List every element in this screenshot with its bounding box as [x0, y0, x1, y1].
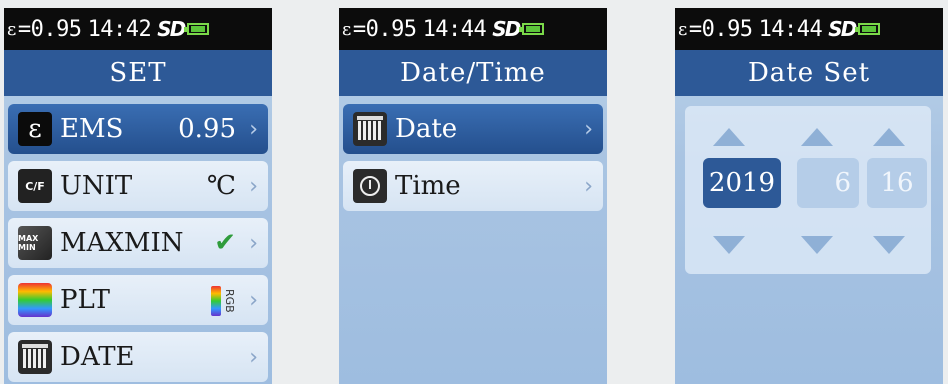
sd-card-icon: SD: [492, 17, 521, 41]
emissivity-readout: =0.95: [688, 16, 753, 42]
day-down-arrow-icon[interactable]: [873, 236, 905, 254]
date-picker-panel: 2019 6 16: [685, 106, 931, 274]
calendar-icon: [18, 340, 52, 374]
celsius-fahrenheit-icon: C/F: [18, 169, 52, 203]
chevron-right-icon: ›: [584, 173, 593, 199]
palette-value: RGB: [211, 285, 236, 316]
emissivity-readout: =0.95: [17, 16, 82, 42]
emissivity-symbol: ε: [342, 18, 351, 40]
clock-time: 14:44: [758, 16, 823, 42]
menu-item-date[interactable]: Date ›: [343, 104, 603, 154]
menu-item-date[interactable]: DATE ›: [8, 332, 268, 382]
menu-item-label: Time: [395, 171, 461, 201]
date-set-screen: ε =0.95 14:44 SD Date Set 2019 6 16: [675, 8, 943, 384]
status-bar: ε =0.95 14:44 SD: [675, 8, 943, 50]
menu-item-plt[interactable]: PLT RGB ›: [8, 275, 268, 325]
clock-time: 14:44: [422, 16, 487, 42]
settings-menu: ε EMS 0.95 › C/F UNIT ℃ › MAX MIN MAXMIN…: [4, 96, 272, 382]
menu-item-label: DATE: [60, 342, 135, 372]
month-down-arrow-icon[interactable]: [801, 236, 833, 254]
clock-time: 14:42: [87, 16, 152, 42]
sd-card-icon: SD: [828, 17, 857, 41]
chevron-right-icon: ›: [584, 116, 593, 142]
menu-item-maxmin[interactable]: MAX MIN MAXMIN ✔ ›: [8, 218, 268, 268]
date-time-menu: Date › Time ›: [339, 96, 607, 211]
page-title: SET: [4, 50, 272, 96]
set-menu-screen: ε =0.95 14:42 SD SET ε EMS 0.95 › C/F UN…: [4, 8, 272, 384]
ems-value: 0.95: [178, 114, 236, 144]
menu-item-label: EMS: [60, 114, 124, 144]
chevron-right-icon: ›: [249, 287, 258, 313]
year-down-arrow-icon[interactable]: [713, 236, 745, 254]
palette-name: RGB: [223, 288, 236, 313]
year-up-arrow-icon[interactable]: [713, 128, 745, 146]
chevron-right-icon: ›: [249, 173, 258, 199]
date-time-screen: ε =0.95 14:44 SD Date/Time Date › Time ›: [339, 8, 607, 384]
epsilon-icon: ε: [18, 112, 52, 146]
menu-item-label: UNIT: [60, 171, 133, 201]
rgb-palette-icon: [211, 285, 221, 316]
menu-item-label: PLT: [60, 285, 110, 315]
chevron-right-icon: ›: [249, 344, 258, 370]
palette-icon: [18, 283, 52, 317]
month-field[interactable]: 6: [797, 158, 859, 208]
emissivity-symbol: ε: [678, 18, 687, 40]
sd-card-icon: SD: [157, 17, 186, 41]
menu-item-unit[interactable]: C/F UNIT ℃ ›: [8, 161, 268, 211]
page-title: Date/Time: [339, 50, 607, 96]
day-up-arrow-icon[interactable]: [873, 128, 905, 146]
battery-icon: [184, 23, 210, 35]
check-icon: ✔: [214, 228, 236, 258]
maxmin-icon: MAX MIN: [18, 226, 52, 260]
emissivity-readout: =0.95: [352, 16, 417, 42]
day-field[interactable]: 16: [867, 158, 927, 208]
year-field[interactable]: 2019: [703, 158, 781, 208]
menu-item-ems[interactable]: ε EMS 0.95 ›: [8, 104, 268, 154]
menu-item-label: MAXMIN: [60, 228, 184, 258]
page-title: Date Set: [675, 50, 943, 96]
status-bar: ε =0.95 14:44 SD: [339, 8, 607, 50]
menu-item-label: Date: [395, 114, 458, 144]
calendar-icon: [353, 112, 387, 146]
chevron-right-icon: ›: [249, 230, 258, 256]
unit-value: ℃: [206, 171, 236, 201]
status-bar: ε =0.95 14:42 SD: [4, 8, 272, 50]
chevron-right-icon: ›: [249, 116, 258, 142]
emissivity-symbol: ε: [7, 18, 16, 40]
battery-icon: [519, 23, 545, 35]
month-up-arrow-icon[interactable]: [801, 128, 833, 146]
menu-item-time[interactable]: Time ›: [343, 161, 603, 211]
alarm-clock-icon: [353, 169, 387, 203]
battery-icon: [855, 23, 881, 35]
